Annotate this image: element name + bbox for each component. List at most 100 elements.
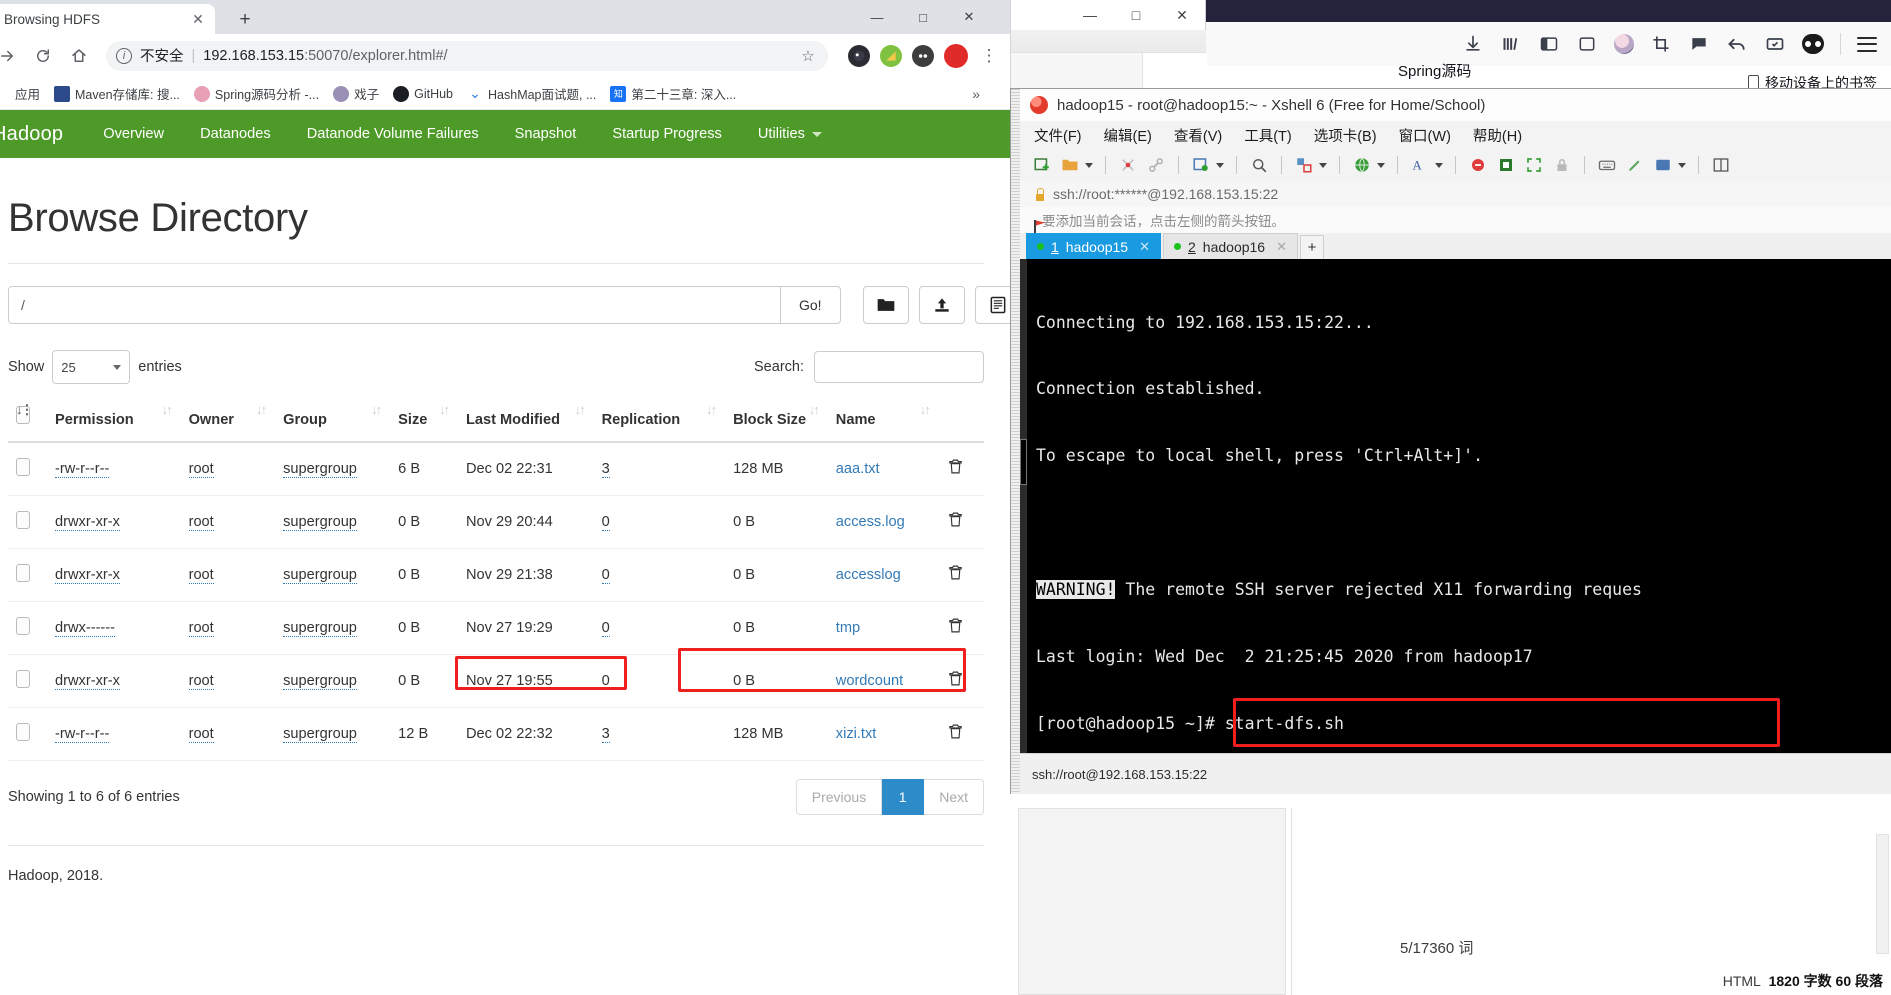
column-owner[interactable]: ↓↑ Owner — [180, 400, 276, 444]
table-row[interactable]: -rw-r--r-- root supergroup 12 B Dec 02 2… — [8, 707, 984, 762]
row-checkbox[interactable] — [16, 670, 30, 689]
sort-icon[interactable]: ↓↑ — [920, 402, 931, 418]
bookmark-item[interactable]: 戏子 — [333, 84, 379, 103]
pagination-next[interactable]: Next — [924, 779, 984, 816]
sort-icon[interactable]: ↓↑ — [809, 402, 820, 418]
maximize-button[interactable]: □ — [900, 0, 946, 34]
link-icon[interactable] — [1146, 155, 1166, 175]
cell-delete[interactable] — [938, 601, 984, 656]
nav-item-overview[interactable]: Overview — [85, 126, 182, 142]
firefox-tab-label[interactable]: Spring源码 — [1398, 60, 1471, 81]
cell-name[interactable]: wordcount — [827, 654, 939, 709]
site-info-icon[interactable]: i — [116, 47, 132, 64]
column-replication[interactable]: ↓↑ Replication — [593, 400, 726, 444]
disconnect-icon[interactable] — [1118, 155, 1138, 175]
highlight-icon[interactable] — [1468, 155, 1488, 175]
browser-tab-browsing-hdfs[interactable]: Browsing HDFS ✕ — [0, 4, 215, 34]
compose-icon[interactable] — [1496, 155, 1516, 175]
cell-name[interactable]: tmp — [827, 601, 939, 656]
chat-icon[interactable] — [1688, 33, 1710, 55]
close-icon[interactable]: ✕ — [189, 10, 207, 28]
path-input[interactable]: / — [8, 286, 781, 324]
pencil-icon[interactable] — [1625, 155, 1645, 175]
terminal-scrollbar[interactable] — [1020, 259, 1027, 753]
undo-icon[interactable] — [1726, 33, 1748, 55]
new-tab-button[interactable]: + — [232, 8, 258, 32]
column-size[interactable]: ↓↑ Size — [390, 400, 458, 444]
cell-delete[interactable] — [938, 442, 984, 497]
bookmark-item[interactable]: 知 第二十三章: 深入... — [610, 84, 736, 103]
sort-icon[interactable]: ↓↑ — [575, 402, 586, 418]
cell-name[interactable]: xizi.txt — [827, 707, 939, 762]
upload-icon[interactable] — [918, 286, 965, 324]
row-checkbox[interactable] — [16, 617, 30, 636]
extension-green-icon[interactable] — [880, 44, 902, 67]
close-button[interactable]: ✕ — [946, 0, 992, 34]
bookmark-item[interactable]: Maven存储库: 搜... — [54, 84, 180, 103]
palette-icon[interactable] — [1653, 155, 1673, 175]
chevron-down-icon[interactable] — [1319, 162, 1327, 168]
minimize-button[interactable]: — — [854, 0, 900, 34]
cell-delete[interactable] — [938, 654, 984, 709]
close-icon[interactable]: ✕ — [1276, 239, 1287, 255]
hadoop-brand[interactable]: Hadoop — [0, 123, 85, 146]
account-avatar-icon[interactable] — [1614, 34, 1634, 54]
forward-icon[interactable] — [0, 41, 22, 71]
file-link[interactable]: tmp — [836, 620, 860, 636]
chevron-down-icon[interactable] — [1435, 162, 1443, 168]
session-tab-hadoop15[interactable]: 1 hadoop15 ✕ — [1026, 233, 1161, 259]
column-name[interactable]: ↓↑ Name — [827, 400, 939, 444]
sidebar-icon[interactable] — [1538, 33, 1560, 55]
file-link[interactable]: xizi.txt — [836, 726, 877, 742]
chrome-menu-icon[interactable]: ⋮ — [978, 47, 1000, 64]
address-bar[interactable]: i 不安全 | 192.168.153.15:50070/explorer.ht… — [106, 40, 828, 71]
fullscreen-icon[interactable] — [1524, 155, 1544, 175]
menu-view[interactable]: 查看(V) — [1174, 125, 1222, 146]
search-input[interactable] — [814, 351, 984, 383]
row-select-cell[interactable] — [8, 601, 48, 656]
session-tab-hadoop16[interactable]: 2 hadoop16 ✕ — [1163, 233, 1298, 259]
column-last-modified[interactable]: ↓↑ Last Modified — [457, 400, 594, 444]
column-permission[interactable]: ↓↑ Permission — [47, 400, 181, 444]
folder-icon[interactable] — [862, 286, 909, 324]
chevron-down-icon[interactable] — [1085, 162, 1093, 168]
layout-icon[interactable] — [1711, 155, 1731, 175]
sort-icon[interactable]: ↓↑ — [162, 402, 173, 418]
row-select-cell[interactable] — [8, 654, 48, 709]
row-select-cell[interactable] — [8, 548, 48, 603]
bookmark-star-icon[interactable]: ☆ — [798, 47, 818, 65]
transfer-icon[interactable] — [1294, 155, 1314, 175]
cell-delete[interactable] — [938, 495, 984, 550]
cell-name[interactable]: access.log — [827, 495, 939, 550]
close-button[interactable]: ✕ — [1159, 0, 1205, 30]
sort-icon[interactable]: ↓↑ — [439, 402, 450, 418]
cell-name[interactable]: accesslog — [827, 548, 939, 603]
screenshot-icon[interactable] — [1650, 33, 1672, 55]
menu-edit[interactable]: 编辑(E) — [1104, 125, 1152, 146]
background-scrollbar[interactable] — [1876, 834, 1889, 954]
minimize-button[interactable]: — — [1067, 0, 1113, 30]
row-checkbox[interactable] — [16, 564, 30, 583]
row-select-cell[interactable] — [8, 707, 48, 762]
file-link[interactable]: aaa.txt — [836, 461, 880, 477]
search-icon[interactable] — [1249, 155, 1269, 175]
new-session-tab-button[interactable]: + — [1300, 235, 1324, 259]
file-link[interactable]: wordcount — [836, 673, 903, 689]
bookmark-item[interactable]: 应用 — [0, 84, 40, 103]
trash-icon[interactable] — [947, 671, 964, 692]
menu-window[interactable]: 窗口(W) — [1399, 125, 1451, 146]
column-block-size[interactable]: ↓↑ Block Size — [725, 400, 828, 444]
bookmark-item[interactable]: Spring源码分析 -... — [193, 84, 319, 103]
nav-item-datanode-volume-failures[interactable]: Datanode Volume Failures — [289, 126, 497, 142]
cell-delete[interactable] — [938, 707, 984, 762]
trash-icon[interactable] — [947, 565, 964, 586]
menu-file[interactable]: 文件(F) — [1034, 125, 1082, 146]
sort-icon[interactable]: ↓⋮ — [16, 402, 33, 418]
pocket-icon[interactable] — [1802, 34, 1824, 54]
file-link[interactable]: access.log — [836, 514, 905, 530]
menu-help[interactable]: 帮助(H) — [1473, 125, 1522, 146]
pagination-page-1[interactable]: 1 — [882, 779, 925, 816]
pagination-previous[interactable]: Previous — [795, 779, 883, 816]
hamburger-icon[interactable] — [1857, 36, 1877, 52]
reload-icon[interactable] — [28, 41, 58, 71]
